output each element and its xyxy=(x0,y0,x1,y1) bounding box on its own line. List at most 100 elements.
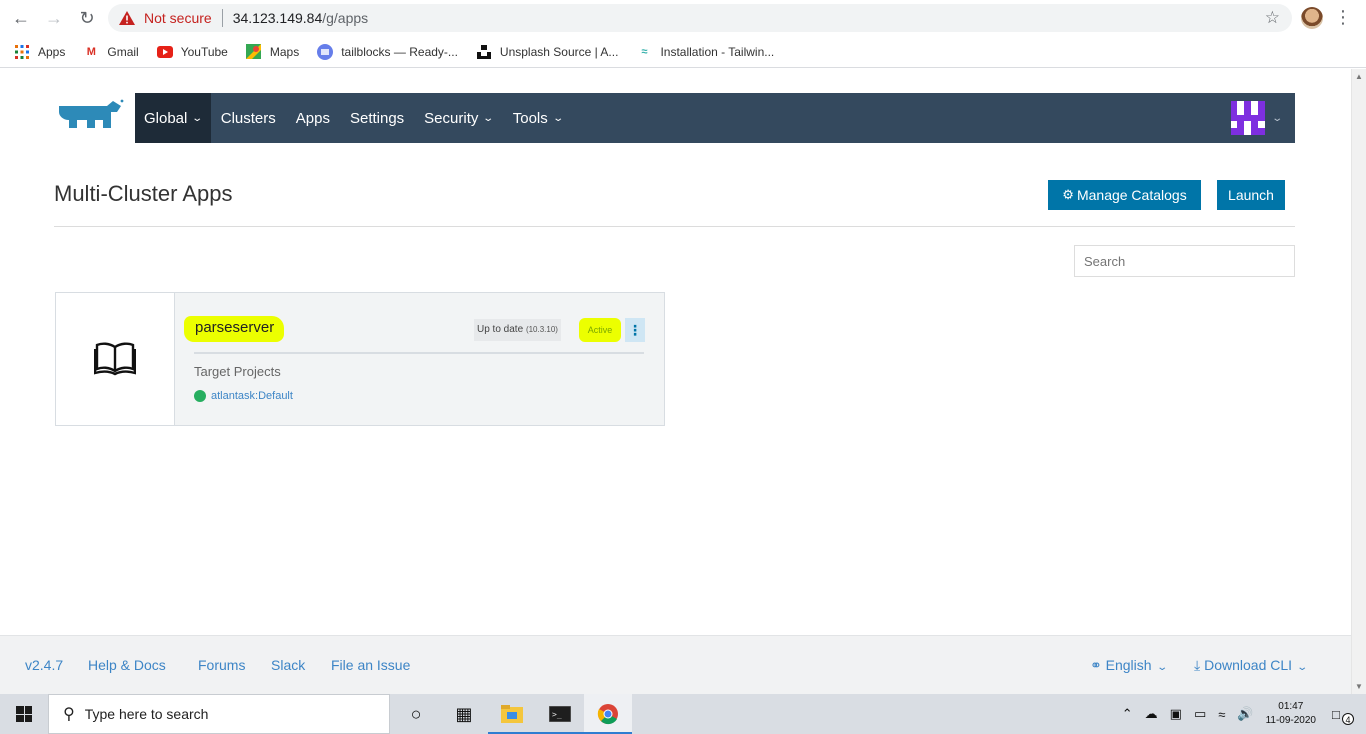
profile-avatar[interactable] xyxy=(1301,7,1323,29)
bookmark-label: Maps xyxy=(269,44,300,59)
cortana-icon[interactable]: ○ xyxy=(392,694,440,734)
bookmark-unsplash[interactable]: Unsplash Source | A... xyxy=(476,44,618,60)
manage-catalogs-label: Manage Catalogs xyxy=(1076,187,1187,203)
nav-tools[interactable]: Tools ⌄ xyxy=(503,93,572,143)
back-arrow-icon[interactable]: ← xyxy=(9,6,33,30)
page-title: Multi-Cluster Apps xyxy=(54,181,233,206)
tray-overflow-icon[interactable]: ⌃ xyxy=(1122,706,1133,722)
search-input[interactable] xyxy=(1074,245,1295,277)
wifi-icon[interactable]: ≈ xyxy=(1218,707,1225,722)
app-card[interactable]: parseserver Up to date (10.3.10) Active … xyxy=(55,292,665,426)
nav-clusters[interactable]: Clusters xyxy=(211,93,286,143)
unsplash-icon xyxy=(476,44,492,60)
book-icon xyxy=(94,342,136,376)
volume-icon[interactable]: 🔊 xyxy=(1237,706,1253,722)
clock[interactable]: 01:47 11-09-2020 xyxy=(1266,700,1316,728)
target-project-link[interactable]: atlantask:Default xyxy=(194,390,293,402)
download-cli-link[interactable]: ⤓ Download CLI ⌄ xyxy=(1194,657,1308,674)
youtube-icon xyxy=(156,44,173,60)
launch-button[interactable]: Launch xyxy=(1217,180,1285,210)
system-tray: ⌃ ☁ ▣ ▭ ≈ 🔊 01:47 11-09-2020 □ 4 xyxy=(1116,694,1366,734)
bookmark-tailblocks[interactable]: tailblocks — Ready-... xyxy=(317,43,458,60)
rancher-logo[interactable] xyxy=(55,98,125,134)
terminal-icon[interactable]: >_ xyxy=(536,694,584,734)
user-menu[interactable]: ⌄ xyxy=(1230,101,1283,135)
bookmark-youtube[interactable]: YouTube xyxy=(156,44,228,60)
globe-icon: ⚭ xyxy=(1090,657,1102,673)
start-button[interactable] xyxy=(0,694,48,734)
tray-app-icon[interactable]: ▣ xyxy=(1170,706,1182,722)
network-error-icon[interactable]: ☁ xyxy=(1145,706,1158,722)
notifications-icon[interactable]: □ 4 xyxy=(1332,707,1360,725)
page-scrollbar[interactable]: ▲ ▼ xyxy=(1351,69,1366,694)
tailwind-icon: ≈ xyxy=(641,45,648,58)
not-secure-label: Not secure xyxy=(144,10,212,26)
chevron-down-icon: ⌄ xyxy=(1155,662,1168,673)
bookmark-label: Apps xyxy=(38,44,66,59)
url-text[interactable]: 34.123.149.84/g/apps xyxy=(233,10,368,26)
nav-global-label: Global xyxy=(144,109,188,127)
bookmark-maps[interactable]: Maps xyxy=(246,44,299,60)
clock-date: 11-09-2020 xyxy=(1265,715,1316,726)
taskbar-search[interactable]: ⚲ Type here to search xyxy=(48,694,390,734)
help-docs-link[interactable]: Help & Docs xyxy=(88,657,166,673)
chevron-down-icon: ⌄ xyxy=(552,112,564,124)
top-navigation: Global ⌄ Clusters Apps Settings Security… xyxy=(135,93,1295,143)
nav-apps-label: Apps xyxy=(295,109,330,127)
file-explorer-icon[interactable] xyxy=(488,694,536,734)
upgrade-status-label: Up to date xyxy=(477,324,524,335)
version-link[interactable]: v2.4.7 xyxy=(25,657,63,673)
chrome-icon[interactable] xyxy=(584,694,632,734)
chevron-down-icon: ⌄ xyxy=(1270,112,1283,124)
reload-icon[interactable]: ↻ xyxy=(75,6,99,30)
gmail-icon: M xyxy=(86,45,96,58)
nav-clusters-label: Clusters xyxy=(220,109,276,127)
bookmark-label: Installation - Tailwin... xyxy=(660,44,775,59)
nav-tools-label: Tools xyxy=(512,109,548,127)
chevron-down-icon: ⌄ xyxy=(191,112,204,124)
nav-security-label: Security xyxy=(424,109,479,127)
file-issue-link[interactable]: File an Issue xyxy=(331,657,410,673)
svg-text:>_: >_ xyxy=(552,710,562,719)
nav-global[interactable]: Global ⌄ xyxy=(135,93,211,143)
nav-settings-label: Settings xyxy=(349,109,405,127)
nav-apps[interactable]: Apps xyxy=(286,93,340,143)
bookmark-label: YouTube xyxy=(180,44,228,59)
bookmark-apps[interactable]: Apps xyxy=(14,44,65,60)
scroll-down-arrow-icon[interactable]: ▼ xyxy=(1355,682,1363,691)
slack-link[interactable]: Slack xyxy=(271,657,305,673)
footer: v2.4.7 Help & Docs Forums Slack File an … xyxy=(0,635,1351,694)
app-icon-box xyxy=(56,293,175,425)
manage-catalogs-button[interactable]: ⚙ Manage Catalogs xyxy=(1048,180,1201,210)
windows-taskbar: ⚲ Type here to search ○ ▦ >_ ⌃ ☁ ▣ ▭ ≈ 🔊… xyxy=(0,694,1366,734)
app-actions-button[interactable]: ⋮ xyxy=(625,318,645,342)
notification-count: 4 xyxy=(1342,712,1354,725)
language-label: English xyxy=(1105,657,1152,673)
user-avatar xyxy=(1230,101,1265,135)
url-host: 34.123.149.84 xyxy=(232,10,323,26)
language-selector[interactable]: ⚭ English ⌄ xyxy=(1090,657,1168,674)
bookmark-gmail[interactable]: M Gmail xyxy=(83,44,139,60)
omnibox-divider xyxy=(221,9,223,27)
project-state-dot xyxy=(194,390,206,402)
browser-menu-icon[interactable]: ⋮ xyxy=(1334,7,1352,27)
address-bar[interactable]: Not secure 34.123.149.84/g/apps ☆ xyxy=(108,4,1292,32)
task-view-icon[interactable]: ▦ xyxy=(440,694,488,734)
bookmark-label: tailblocks — Ready-... xyxy=(341,44,458,59)
bookmarks-bar: Apps M Gmail YouTube Maps tailblocks — Re… xyxy=(0,36,1366,68)
nav-settings[interactable]: Settings xyxy=(340,93,414,143)
bookmark-tailwind[interactable]: ≈ Installation - Tailwin... xyxy=(636,44,774,60)
taskbar-search-placeholder: Type here to search xyxy=(84,706,209,722)
target-projects-label: Target Projects xyxy=(194,364,281,379)
title-divider xyxy=(54,226,1295,227)
forward-arrow-icon[interactable]: → xyxy=(42,6,66,30)
forums-link[interactable]: Forums xyxy=(198,657,245,673)
project-name: atlantask:Default xyxy=(211,390,293,402)
app-name-link[interactable]: parseserver xyxy=(184,316,285,342)
battery-icon[interactable]: ▭ xyxy=(1194,706,1206,722)
bookmark-star-icon[interactable]: ☆ xyxy=(1265,8,1280,28)
scroll-up-arrow-icon[interactable]: ▲ xyxy=(1355,72,1363,81)
nav-security[interactable]: Security ⌄ xyxy=(414,93,503,143)
browser-toolbar: ← → ↻ Not secure 34.123.149.84/g/apps ☆ … xyxy=(0,0,1366,36)
warning-icon xyxy=(119,11,135,25)
